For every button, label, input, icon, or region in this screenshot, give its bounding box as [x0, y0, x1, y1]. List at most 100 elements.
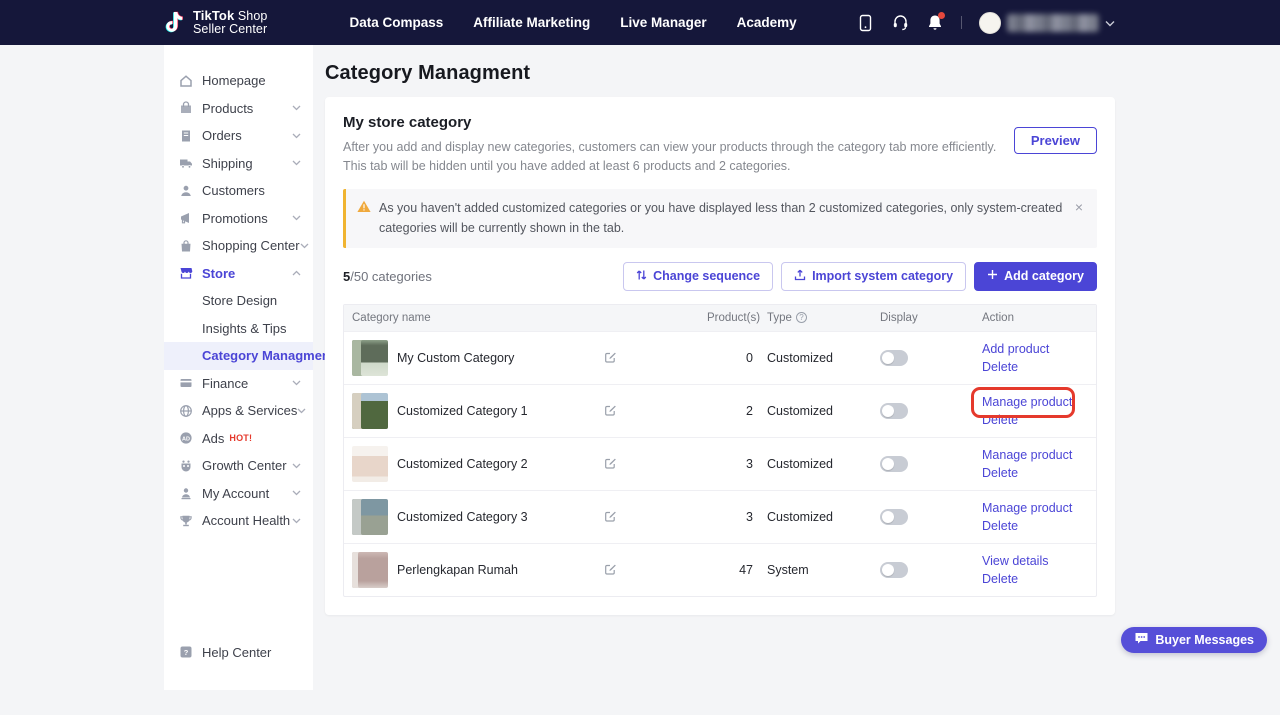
close-icon[interactable]: × — [1073, 198, 1085, 216]
table-row: My Custom Category 0 Customized Add prod… — [344, 331, 1096, 384]
card-title: My store category — [343, 114, 1003, 131]
bell-icon[interactable] — [926, 14, 944, 32]
import-system-category-button[interactable]: Import system category — [781, 262, 966, 291]
manage-product-link[interactable]: Manage product — [982, 501, 1072, 515]
svg-text:AD: AD — [182, 437, 190, 443]
sidebar-item-store[interactable]: Store — [164, 260, 313, 288]
ads-icon: AD — [179, 431, 193, 445]
question-circle-icon[interactable]: ? — [796, 312, 807, 323]
table-row: Customized Category 1 2 Customized Manag… — [344, 384, 1096, 437]
logo-text: TikTok Shop Seller Center — [193, 9, 267, 36]
sidebar-item-finance[interactable]: Finance — [164, 370, 313, 398]
trophy-icon — [179, 514, 193, 528]
nav-data-compass[interactable]: Data Compass — [347, 11, 445, 34]
sidebar-item-category-managment[interactable]: Category Managment — [164, 342, 313, 370]
sidebar-item-shopping-center[interactable]: Shopping Center — [164, 232, 313, 260]
account-menu[interactable] — [979, 12, 1115, 34]
preview-button[interactable]: Preview — [1014, 127, 1097, 154]
sidebar-item-ads[interactable]: AD Ads HOT! — [164, 425, 313, 453]
category-count: 5/50 categories — [343, 269, 432, 284]
sidebar-item-promotions[interactable]: Promotions — [164, 205, 313, 233]
plus-icon — [987, 269, 998, 283]
growth-icon — [179, 459, 193, 473]
manage-product-link[interactable]: Manage product — [982, 448, 1072, 462]
tiktok-shop-logo[interactable]: TikTok Shop Seller Center — [164, 9, 267, 36]
edit-icon[interactable] — [604, 563, 617, 576]
sidebar-item-insights-tips[interactable]: Insights & Tips — [164, 315, 313, 343]
col-header-type: Type ? — [767, 312, 877, 324]
display-toggle[interactable] — [880, 350, 908, 366]
main-content: Category Managment My store category Aft… — [325, 45, 1115, 615]
manage-product-link[interactable]: Manage product — [982, 395, 1072, 409]
display-toggle[interactable] — [880, 403, 908, 419]
delete-link[interactable]: Delete — [982, 519, 1018, 533]
account-icon — [179, 486, 193, 500]
table-row: Perlengkapan Rumah 47 System View detail… — [344, 543, 1096, 596]
sidebar-item-customers[interactable]: Customers — [164, 177, 313, 205]
sidebar-item-account-health[interactable]: Account Health — [164, 507, 313, 535]
buyer-messages-button[interactable]: Buyer Messages — [1121, 627, 1267, 653]
change-sequence-button[interactable]: Change sequence — [623, 262, 773, 291]
megaphone-icon — [179, 211, 193, 225]
chat-bubble-icon — [1134, 632, 1149, 648]
chevron-down-icon — [292, 215, 301, 221]
category-thumbnail — [352, 552, 388, 588]
sidebar-item-homepage[interactable]: Homepage — [164, 67, 313, 95]
view-details-link[interactable]: View details — [982, 554, 1048, 568]
col-header-display: Display — [877, 312, 982, 324]
sidebar-item-orders[interactable]: Orders — [164, 122, 313, 150]
svg-text:?: ? — [184, 648, 189, 657]
nav-academy[interactable]: Academy — [735, 11, 799, 34]
edit-icon[interactable] — [604, 510, 617, 523]
chevron-down-icon — [292, 518, 301, 524]
display-toggle[interactable] — [880, 509, 908, 525]
sidebar-item-my-account[interactable]: My Account — [164, 480, 313, 508]
table-row: Customized Category 2 3 Customized Manag… — [344, 437, 1096, 490]
edit-icon[interactable] — [604, 457, 617, 470]
delete-link[interactable]: Delete — [982, 413, 1018, 427]
col-header-action: Action — [982, 312, 1096, 324]
import-icon — [794, 269, 806, 284]
chevron-down-icon — [297, 408, 306, 414]
chevron-down-icon — [292, 490, 301, 496]
delete-link[interactable]: Delete — [982, 572, 1018, 586]
sidebar-item-products[interactable]: Products — [164, 95, 313, 123]
nav-affiliate-marketing[interactable]: Affiliate Marketing — [471, 11, 592, 34]
sort-icon — [636, 269, 647, 284]
sidebar-item-shipping[interactable]: Shipping — [164, 150, 313, 178]
display-toggle[interactable] — [880, 562, 908, 578]
chevron-down-icon — [292, 133, 301, 139]
chevron-down-icon — [300, 243, 309, 249]
col-header-products: Product(s) — [707, 312, 767, 324]
top-bar: TikTok Shop Seller Center Data Compass A… — [0, 0, 1280, 45]
avatar — [979, 12, 1001, 34]
sidebar-item-apps-services[interactable]: Apps & Services — [164, 397, 313, 425]
display-toggle[interactable] — [880, 456, 908, 472]
mobile-icon[interactable] — [856, 14, 874, 32]
add-category-button[interactable]: Add category — [974, 262, 1097, 291]
table-row: Customized Category 3 3 Customized Manag… — [344, 490, 1096, 543]
table-header-row: Category name Product(s) Type ? Display … — [344, 305, 1096, 331]
category-thumbnail — [352, 393, 388, 429]
sidebar-item-growth-center[interactable]: Growth Center — [164, 452, 313, 480]
top-navigation: Data Compass Affiliate Marketing Live Ma… — [347, 11, 798, 34]
user-icon — [179, 184, 193, 198]
sidebar-item-store-design[interactable]: Store Design — [164, 287, 313, 315]
chevron-down-icon — [1105, 14, 1115, 32]
nav-live-manager[interactable]: Live Manager — [618, 11, 708, 34]
page-title: Category Managment — [325, 62, 1115, 85]
delete-link[interactable]: Delete — [982, 360, 1018, 374]
warning-icon — [357, 200, 371, 213]
table-controls: 5/50 categories Change sequence Import s… — [343, 262, 1097, 291]
delete-link[interactable]: Delete — [982, 466, 1018, 480]
chevron-down-icon — [292, 105, 301, 111]
orders-icon — [179, 129, 193, 143]
shopping-bag-icon — [179, 239, 193, 253]
edit-icon[interactable] — [604, 404, 617, 417]
headset-icon[interactable] — [891, 14, 909, 32]
sidebar-item-help-center[interactable]: ? Help Center — [164, 639, 313, 667]
chevron-down-icon — [292, 463, 301, 469]
hot-badge: HOT! — [229, 433, 252, 443]
add-product-link[interactable]: Add product — [982, 342, 1049, 356]
edit-icon[interactable] — [604, 351, 617, 364]
